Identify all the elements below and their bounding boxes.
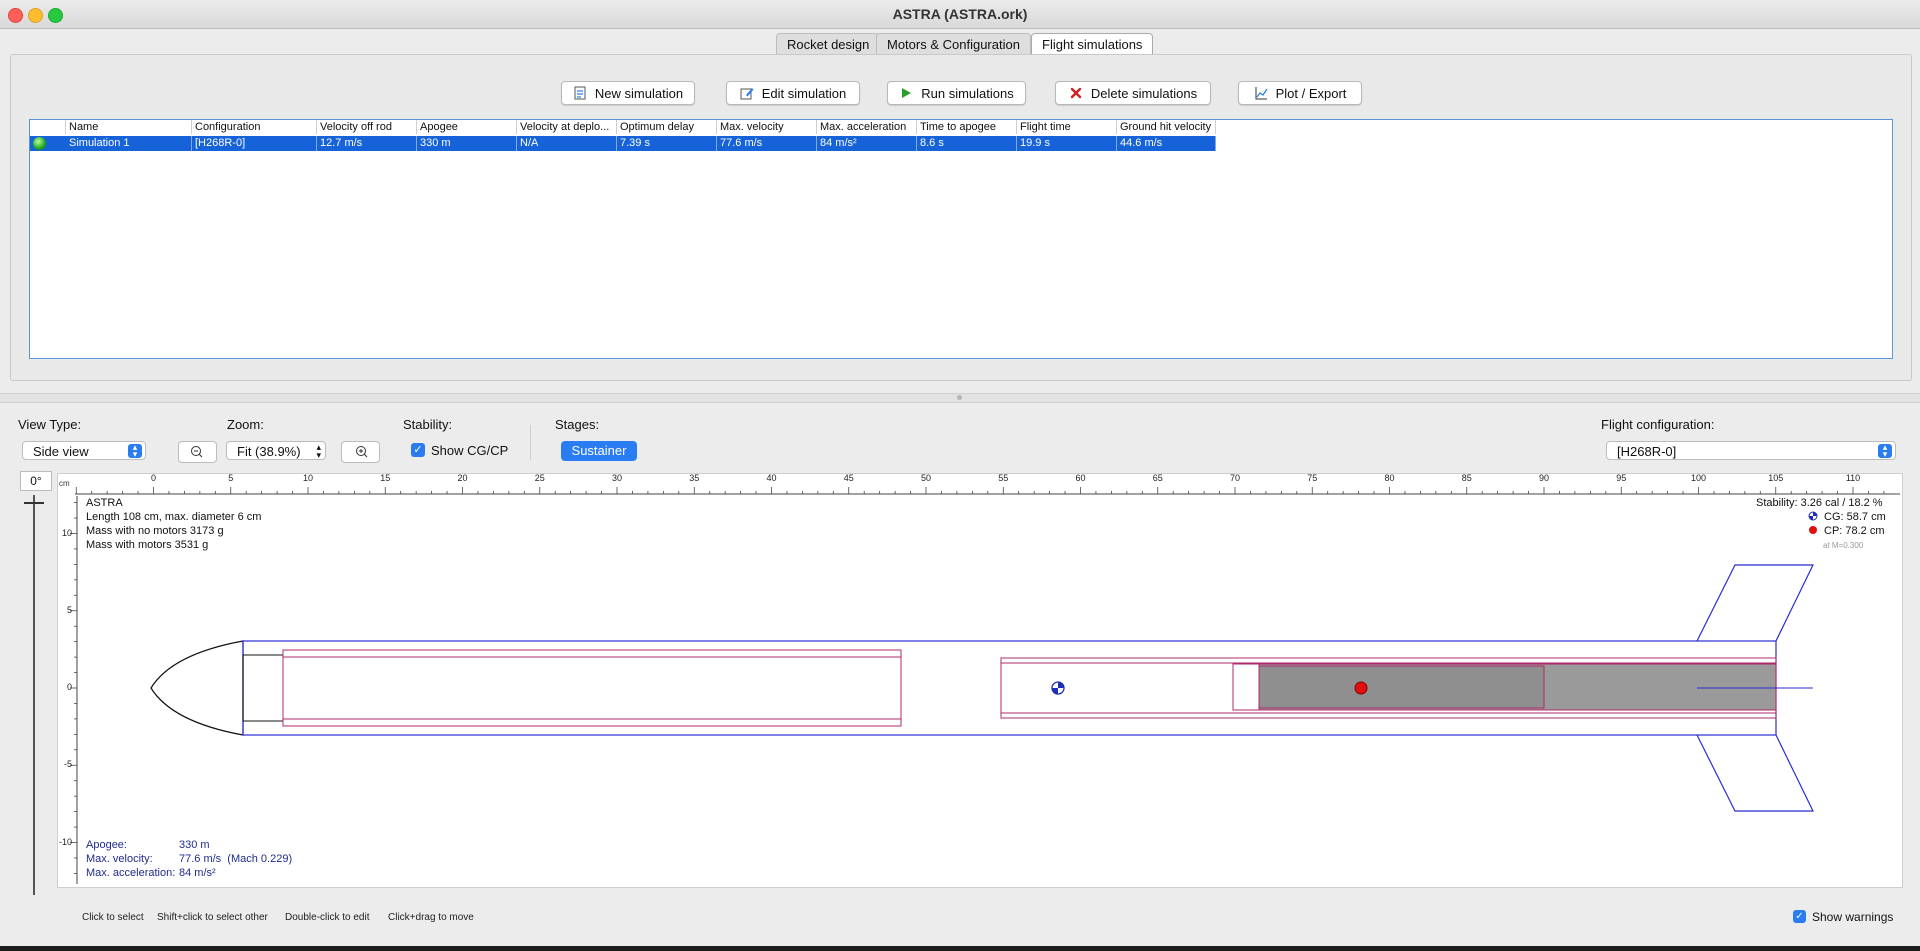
show-warnings-label: Show warnings	[1812, 910, 1894, 924]
ruler-x-label: 110	[1845, 473, 1861, 483]
apogee-value: 330 m	[179, 839, 210, 851]
cg-value: CG: 58.7 cm	[1824, 511, 1886, 523]
ruler-x-label: 75	[1307, 473, 1318, 483]
max-acceleration-label: Max. acceleration:	[86, 867, 176, 879]
hint-click-drag: Click+drag to move	[388, 912, 474, 923]
max-velocity-label: Max. velocity:	[86, 853, 153, 865]
ruler-x-label: 20	[457, 473, 468, 483]
ruler-x-label: 95	[1616, 473, 1627, 483]
fin-bottom	[1696, 734, 1814, 812]
ruler-x-label: 65	[1152, 473, 1163, 483]
cg-marker-icon	[1051, 681, 1065, 695]
fin-top	[1696, 564, 1814, 642]
cg-legend-icon	[1808, 511, 1818, 521]
hint-click-select: Click to select	[82, 912, 144, 923]
ruler-x-label: 35	[689, 473, 700, 483]
payload-tube	[282, 649, 902, 727]
ruler-x-label: 40	[766, 473, 777, 483]
ruler-x-label: 70	[1229, 473, 1240, 483]
mass-no-motors: Mass with no motors 3173 g	[86, 525, 224, 537]
ruler-y-label: -5	[63, 759, 72, 770]
cp-legend-icon	[1809, 526, 1817, 534]
ruler-x-label: 100	[1690, 473, 1707, 483]
motor	[1258, 665, 1545, 709]
ruler-x-label: 25	[534, 473, 545, 483]
desktop-strip	[0, 946, 1920, 951]
ruler-x-label: 50	[920, 473, 931, 483]
mach-note: at M=0.300	[1823, 541, 1864, 550]
ruler-x-label: 5	[228, 473, 234, 483]
hint-shift-click: Shift+click to select other	[157, 912, 268, 923]
nose-cone	[150, 640, 244, 736]
ruler-y-label: 5	[66, 604, 72, 615]
ruler-x-label: 85	[1461, 473, 1472, 483]
ruler-x-label: 10	[302, 473, 313, 483]
ruler-x-label: 15	[380, 473, 391, 483]
max-acceleration-value: 84 m/s²	[179, 867, 216, 879]
ruler-x-label: 60	[1075, 473, 1086, 483]
hint-double-click: Double-click to edit	[285, 912, 370, 923]
centering-ring	[1232, 663, 1260, 711]
cp-marker-icon	[1354, 681, 1368, 695]
ruler-x-label: 105	[1768, 473, 1784, 483]
ruler-x-label: 30	[611, 473, 622, 483]
rocket-length-info: Length 108 cm, max. diameter 6 cm	[86, 511, 262, 523]
cp-value: CP: 78.2 cm	[1824, 525, 1885, 537]
ruler-y-label: 0	[66, 682, 72, 692]
ruler-x-label: 80	[1384, 473, 1395, 483]
apogee-label: Apogee:	[86, 839, 127, 851]
ruler-x-label: 90	[1538, 473, 1549, 483]
payload-tube-inner	[282, 656, 902, 720]
stability-value: Stability: 3.26 cal / 18.2 %	[1756, 497, 1883, 509]
ruler-y-label: -10	[58, 836, 72, 847]
rocket-name: ASTRA	[86, 497, 123, 509]
ruler-x-label: 55	[998, 473, 1009, 483]
nose-shoulder	[242, 654, 284, 722]
ruler-x-label: 45	[843, 473, 854, 483]
ruler-x-label: 0	[150, 473, 156, 483]
max-velocity-value: 77.6 m/s (Mach 0.229)	[179, 853, 293, 865]
show-warnings-checkbox[interactable]: ✓	[1793, 910, 1806, 923]
mass-with-motors: Mass with motors 3531 g	[86, 539, 209, 551]
ruler-y-label: 10	[61, 527, 72, 538]
